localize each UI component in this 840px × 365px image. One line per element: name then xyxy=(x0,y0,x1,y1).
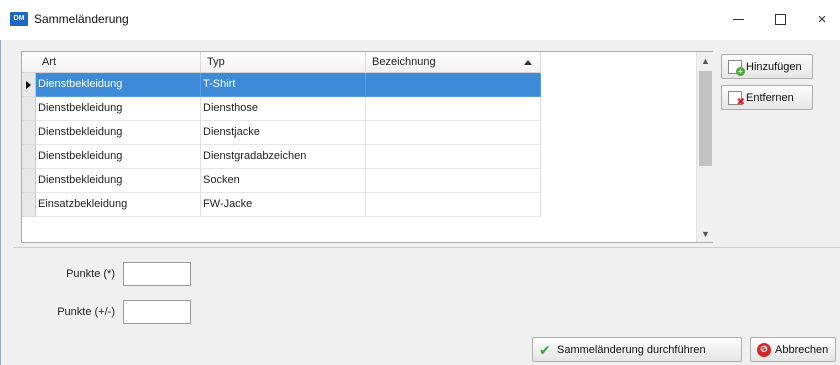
section-divider xyxy=(13,247,840,248)
cancel-icon: ⊘ xyxy=(757,342,771,357)
execute-bulk-change-button[interactable]: ✔ Sammeländerung durchführen xyxy=(532,337,742,362)
scrollbar-thumb[interactable] xyxy=(699,71,712,166)
table-row[interactable]: Dienstbekleidung Dienstgradabzeichen xyxy=(22,145,541,169)
maximize-icon xyxy=(774,13,786,25)
cell-bezeichnung[interactable] xyxy=(366,193,541,217)
column-header-bezeichnung[interactable]: Bezeichnung xyxy=(366,52,541,73)
cell-bezeichnung[interactable] xyxy=(366,145,541,169)
cancel-button[interactable]: ⊘ Abbrechen xyxy=(750,337,836,362)
add-button[interactable]: + Hinzufügen xyxy=(721,54,813,79)
cell-art[interactable]: Dienstbekleidung xyxy=(36,121,201,145)
cancel-button-label: Abbrechen xyxy=(775,343,829,356)
minimize-button[interactable] xyxy=(718,6,758,32)
cell-typ[interactable]: Dienstgradabzeichen xyxy=(201,145,366,169)
minimize-icon xyxy=(732,18,744,20)
dialog-client-area: Art Typ Bezeichnung Dienstbekleidung T-S… xyxy=(0,40,840,365)
app-icon: DM xyxy=(10,12,28,26)
cell-bezeichnung[interactable] xyxy=(366,73,541,97)
row-header[interactable] xyxy=(22,169,36,193)
add-document-icon: + xyxy=(728,59,745,76)
close-icon: × xyxy=(817,10,827,28)
table-row[interactable]: Dienstbekleidung T-Shirt xyxy=(22,73,541,97)
row-header[interactable] xyxy=(22,145,36,169)
cell-bezeichnung[interactable] xyxy=(366,97,541,121)
remove-button-label: Entfernen xyxy=(746,91,794,104)
cell-bezeichnung[interactable] xyxy=(366,121,541,145)
row-header[interactable] xyxy=(22,193,36,217)
cell-art[interactable]: Dienstbekleidung xyxy=(36,97,201,121)
row-header[interactable] xyxy=(22,73,36,97)
column-header-art[interactable]: Art xyxy=(22,52,201,73)
table-row[interactable]: Dienstbekleidung Diensthose xyxy=(22,97,541,121)
grid-header: Art Typ Bezeichnung xyxy=(22,52,541,73)
cell-typ[interactable]: Socken xyxy=(201,169,366,193)
column-header-typ[interactable]: Typ xyxy=(201,52,366,73)
cell-typ[interactable]: Dienstjacke xyxy=(201,121,366,145)
cell-bezeichnung[interactable] xyxy=(366,169,541,193)
table-row[interactable]: Dienstbekleidung Socken xyxy=(22,169,541,193)
column-header-bezeichnung-label: Bezeichnung xyxy=(372,56,436,68)
cell-art[interactable]: Dienstbekleidung xyxy=(36,169,201,193)
remove-button[interactable]: ✖ Entfernen xyxy=(721,85,813,110)
cell-art[interactable]: Dienstbekleidung xyxy=(36,145,201,169)
row-header[interactable] xyxy=(22,121,36,145)
cell-typ[interactable]: FW-Jacke xyxy=(201,193,366,217)
table-row[interactable]: Dienstbekleidung Dienstjacke xyxy=(22,121,541,145)
cell-art[interactable]: Dienstbekleidung xyxy=(36,73,201,97)
scroll-down-icon[interactable]: ▼ xyxy=(697,225,714,242)
execute-button-label: Sammeländerung durchführen xyxy=(557,343,706,356)
cell-typ[interactable]: Diensthose xyxy=(201,97,366,121)
checkmark-icon: ✔ xyxy=(539,341,551,358)
add-button-label: Hinzufügen xyxy=(746,60,802,73)
cell-art[interactable]: Einsatzbekleidung xyxy=(36,193,201,217)
points-label: Punkte (*) xyxy=(66,268,115,280)
remove-document-icon: ✖ xyxy=(728,90,745,107)
maximize-button[interactable] xyxy=(760,6,800,32)
points-delta-input[interactable] xyxy=(123,300,191,324)
points-input[interactable] xyxy=(123,262,191,286)
items-grid[interactable]: Art Typ Bezeichnung Dienstbekleidung T-S… xyxy=(21,51,713,243)
grid-vertical-scrollbar[interactable]: ▲ ▼ xyxy=(696,52,713,242)
close-button[interactable]: × xyxy=(802,6,840,32)
title-bar: DM Sammeländerung × xyxy=(0,0,840,40)
cell-typ[interactable]: T-Shirt xyxy=(201,73,366,97)
row-header[interactable] xyxy=(22,97,36,121)
grid-body: Dienstbekleidung T-Shirt Dienstbekleidun… xyxy=(22,73,541,217)
points-delta-label: Punkte (+/-) xyxy=(57,306,115,318)
current-row-icon xyxy=(26,81,31,89)
scroll-up-icon[interactable]: ▲ xyxy=(697,52,714,69)
table-row[interactable]: Einsatzbekleidung FW-Jacke xyxy=(22,193,541,217)
window-title: Sammeländerung xyxy=(34,12,129,26)
sort-ascending-icon xyxy=(524,60,532,65)
